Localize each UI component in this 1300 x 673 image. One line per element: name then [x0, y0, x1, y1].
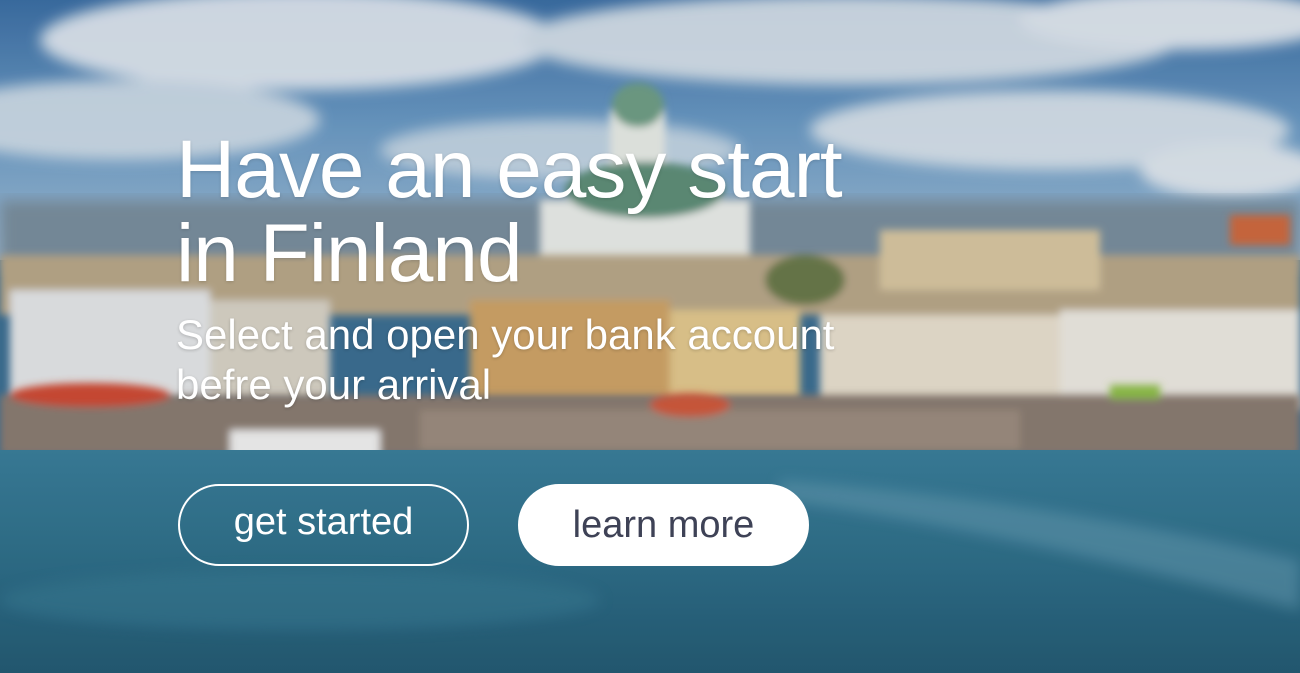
get-started-button[interactable]: get started: [178, 484, 469, 566]
hero-buttons: get started learn more: [178, 484, 809, 566]
hero-subheadline: Select and open your bank account befre …: [176, 310, 976, 410]
headline-line-1: Have an easy start: [176, 124, 843, 215]
subhead-line-1: Select and open your bank account: [176, 311, 835, 358]
subhead-line-2: befre your arrival: [176, 361, 492, 408]
headline-line-2: in Finland: [176, 208, 523, 299]
hero-banner: Have an easy start in Finland Select and…: [0, 0, 1300, 673]
learn-more-button[interactable]: learn more: [518, 484, 809, 566]
hero-content: Have an easy start in Finland Select and…: [176, 128, 976, 410]
hero-headline: Have an easy start in Finland: [176, 128, 976, 296]
